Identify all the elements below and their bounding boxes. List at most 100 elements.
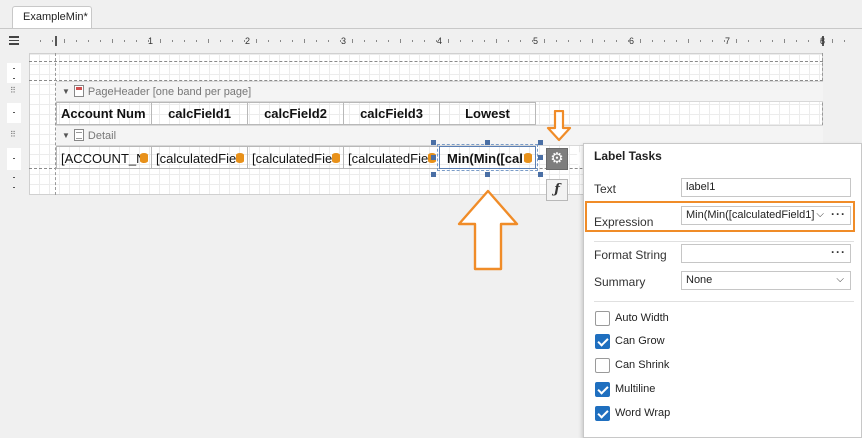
ruler-number: 7: [725, 36, 731, 46]
label-tasks-panel: Label Tasks Text label1 Expression Min(M…: [583, 143, 862, 438]
text-field[interactable]: label1: [681, 178, 851, 197]
ruler-tick: [64, 39, 65, 43]
header-cell-account-num[interactable]: Account Num: [56, 102, 152, 125]
ruler-tick: [340, 40, 341, 42]
chevron-down-icon[interactable]: ⌵: [836, 274, 844, 285]
resize-handle[interactable]: [431, 155, 436, 160]
ruler-tick: [784, 39, 785, 43]
page-header-band[interactable]: ▼ PageHeader [one band per page]: [56, 81, 823, 102]
detail-cell-text: [calculatedFie: [348, 151, 429, 166]
panel-divider: [594, 301, 854, 302]
ruler-tick: [76, 40, 77, 42]
ruler-tick: [376, 40, 377, 42]
detail-cell-text: [ACCOUNT_N: [61, 151, 146, 166]
selected-label-lowest[interactable]: Min(Min([cal: [437, 144, 538, 171]
ruler-segment-margin: [7, 63, 21, 83]
checkbox-checked[interactable]: [595, 334, 610, 349]
detail-cell-calcfield2[interactable]: [calculatedFie: [247, 146, 344, 169]
format-string-label: Format String: [594, 248, 667, 262]
band-resize-grip[interactable]: ⠿: [10, 86, 16, 95]
ruler-tick: [568, 40, 569, 42]
ruler-tick: [412, 40, 413, 42]
callout-arrow-down-icon: [546, 110, 572, 142]
collapse-triangle-icon[interactable]: ▼: [62, 131, 70, 140]
database-field-icon: [332, 153, 340, 163]
ruler-tick: [208, 39, 209, 43]
summary-dropdown[interactable]: None ⌵: [681, 271, 851, 290]
header-cell-calcfield1[interactable]: calcField1: [151, 102, 248, 125]
resize-handle[interactable]: [538, 140, 543, 145]
left-margin-marker[interactable]: [55, 36, 57, 46]
ruler-tick: [88, 40, 89, 42]
smart-tag-button[interactable]: ⚙: [546, 148, 568, 170]
ruler-tick: [496, 39, 497, 43]
ruler-tick: [40, 40, 41, 42]
header-cell-lowest[interactable]: Lowest: [439, 102, 536, 125]
resize-handle[interactable]: [431, 140, 436, 145]
ruler-tick: [820, 40, 821, 42]
checkbox-checked[interactable]: [595, 382, 610, 397]
detail-cell-text: [calculatedFie: [252, 151, 333, 166]
resize-handle[interactable]: [538, 172, 543, 177]
ruler-tick: [508, 40, 509, 42]
ruler-segment-detail: [7, 148, 21, 170]
ruler-tick: [544, 39, 545, 43]
ruler-tick: [616, 40, 617, 42]
checkbox-checked[interactable]: [595, 406, 610, 421]
ruler-number: 6: [629, 36, 635, 46]
hamburger-menu-icon[interactable]: [9, 36, 19, 45]
band-resize-grip[interactable]: ⠿: [10, 130, 16, 139]
ruler-tick: [160, 39, 161, 43]
ruler-tick: [436, 40, 437, 42]
checkbox[interactable]: [595, 358, 610, 373]
resize-handle[interactable]: [485, 140, 490, 145]
ruler-tick: [652, 40, 653, 42]
ruler-tick: [580, 40, 581, 42]
ruler-tick: [304, 39, 305, 43]
tab-example-min[interactable]: ExampleMin*: [12, 6, 92, 28]
ruler-tick: [124, 40, 125, 42]
text-field-value: label1: [686, 181, 716, 193]
ruler-tick: [472, 40, 473, 42]
ruler-tick: [196, 40, 197, 42]
option-label: Multiline: [615, 383, 656, 395]
detail-cell-text: Min(Min([cal: [447, 151, 523, 166]
ruler-tick: [52, 40, 53, 42]
tab-divider: [0, 28, 862, 29]
ruler-tick: [316, 40, 317, 42]
detail-cell-account-num[interactable]: [ACCOUNT_N: [56, 146, 152, 169]
resize-handle[interactable]: [431, 172, 436, 177]
ruler-tick: [736, 39, 737, 43]
format-string-field[interactable]: ···: [681, 244, 851, 263]
ruler-tick: [748, 40, 749, 42]
resize-handle[interactable]: [485, 172, 490, 177]
ruler-tick: [388, 40, 389, 42]
expression-highlight-box: [585, 201, 855, 232]
header-cell-calcfield3[interactable]: calcField3: [343, 102, 440, 125]
ruler-tick: [448, 39, 449, 43]
ruler-tick: [808, 40, 809, 42]
ruler-tick: [220, 40, 221, 42]
header-cell-calcfield2[interactable]: calcField2: [247, 102, 344, 125]
ruler-tick: [760, 40, 761, 42]
ellipsis-button[interactable]: ···: [831, 245, 846, 259]
document-tab-strip: ExampleMin*: [0, 0, 862, 30]
detail-band-label: Detail: [87, 130, 117, 142]
ruler-tick: [292, 40, 293, 42]
ruler-tick: [424, 40, 425, 42]
callout-arrow-up-icon: [457, 189, 519, 271]
checkbox[interactable]: [595, 311, 610, 326]
ruler-tick: [520, 40, 521, 42]
ruler-tick: [268, 40, 269, 42]
detail-cell-calcfield1[interactable]: [calculatedFie: [151, 146, 248, 169]
ruler-tick: [664, 40, 665, 42]
ruler-tick: [712, 40, 713, 42]
collapse-triangle-icon[interactable]: ▼: [62, 87, 70, 96]
expression-editor-button[interactable]: ƒ: [546, 179, 568, 201]
ruler-tick: [628, 40, 629, 42]
resize-handle[interactable]: [538, 155, 543, 160]
ruler-tick: [688, 39, 689, 43]
ruler-number: 5: [533, 36, 539, 46]
option-label: Word Wrap: [615, 407, 671, 419]
detail-cell-calcfield3[interactable]: [calculatedFie: [343, 146, 440, 169]
